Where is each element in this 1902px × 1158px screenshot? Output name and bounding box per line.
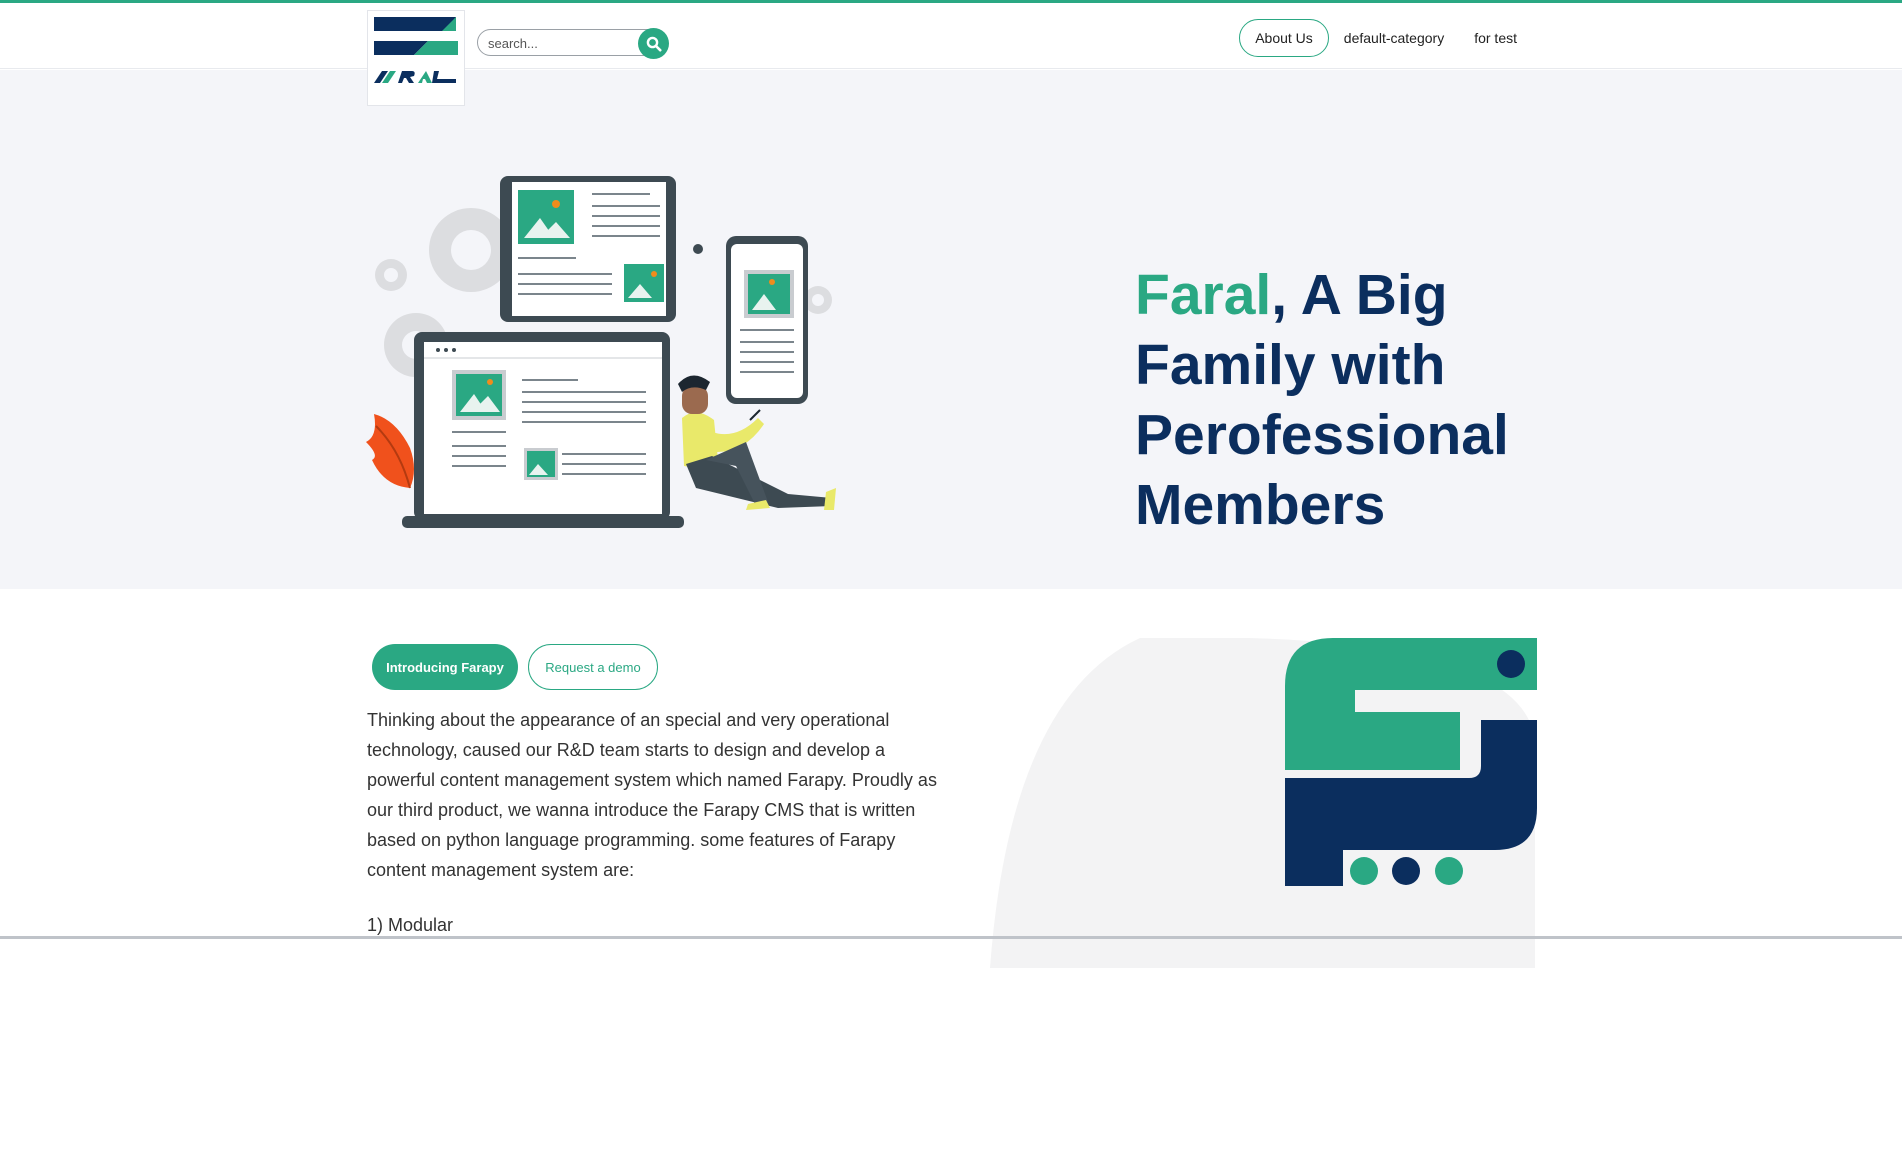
feature-item: 1) Modular [367,915,454,935]
hero-section: Faral, A Big Family with Perofessional M… [0,70,1902,589]
search-icon [646,36,661,51]
request-demo-button[interactable]: Request a demo [528,644,658,690]
nav-item-for-test[interactable]: for test [1459,20,1532,56]
faral-logo[interactable] [367,10,465,106]
hero-illustration [366,176,836,528]
hero-title: Faral, A Big Family with Perofessional M… [1135,260,1555,540]
search-button[interactable] [638,28,669,59]
hero-title-accent: Faral [1135,263,1272,327]
search-input[interactable] [488,33,628,53]
farapy-logo [1285,638,1537,886]
intro-paragraph: Thinking about the appearance of an spec… [367,710,937,880]
nav-item-about-us[interactable]: About Us [1239,19,1329,57]
main-nav: About Us default-category for test [1239,19,1532,57]
nav-item-default-category[interactable]: default-category [1329,20,1459,56]
faral-logo-mark [374,17,458,83]
search-box[interactable] [477,28,669,59]
site-header: About Us default-category for test [0,3,1902,69]
introducing-farapy-button[interactable]: Introducing Farapy [372,644,518,690]
